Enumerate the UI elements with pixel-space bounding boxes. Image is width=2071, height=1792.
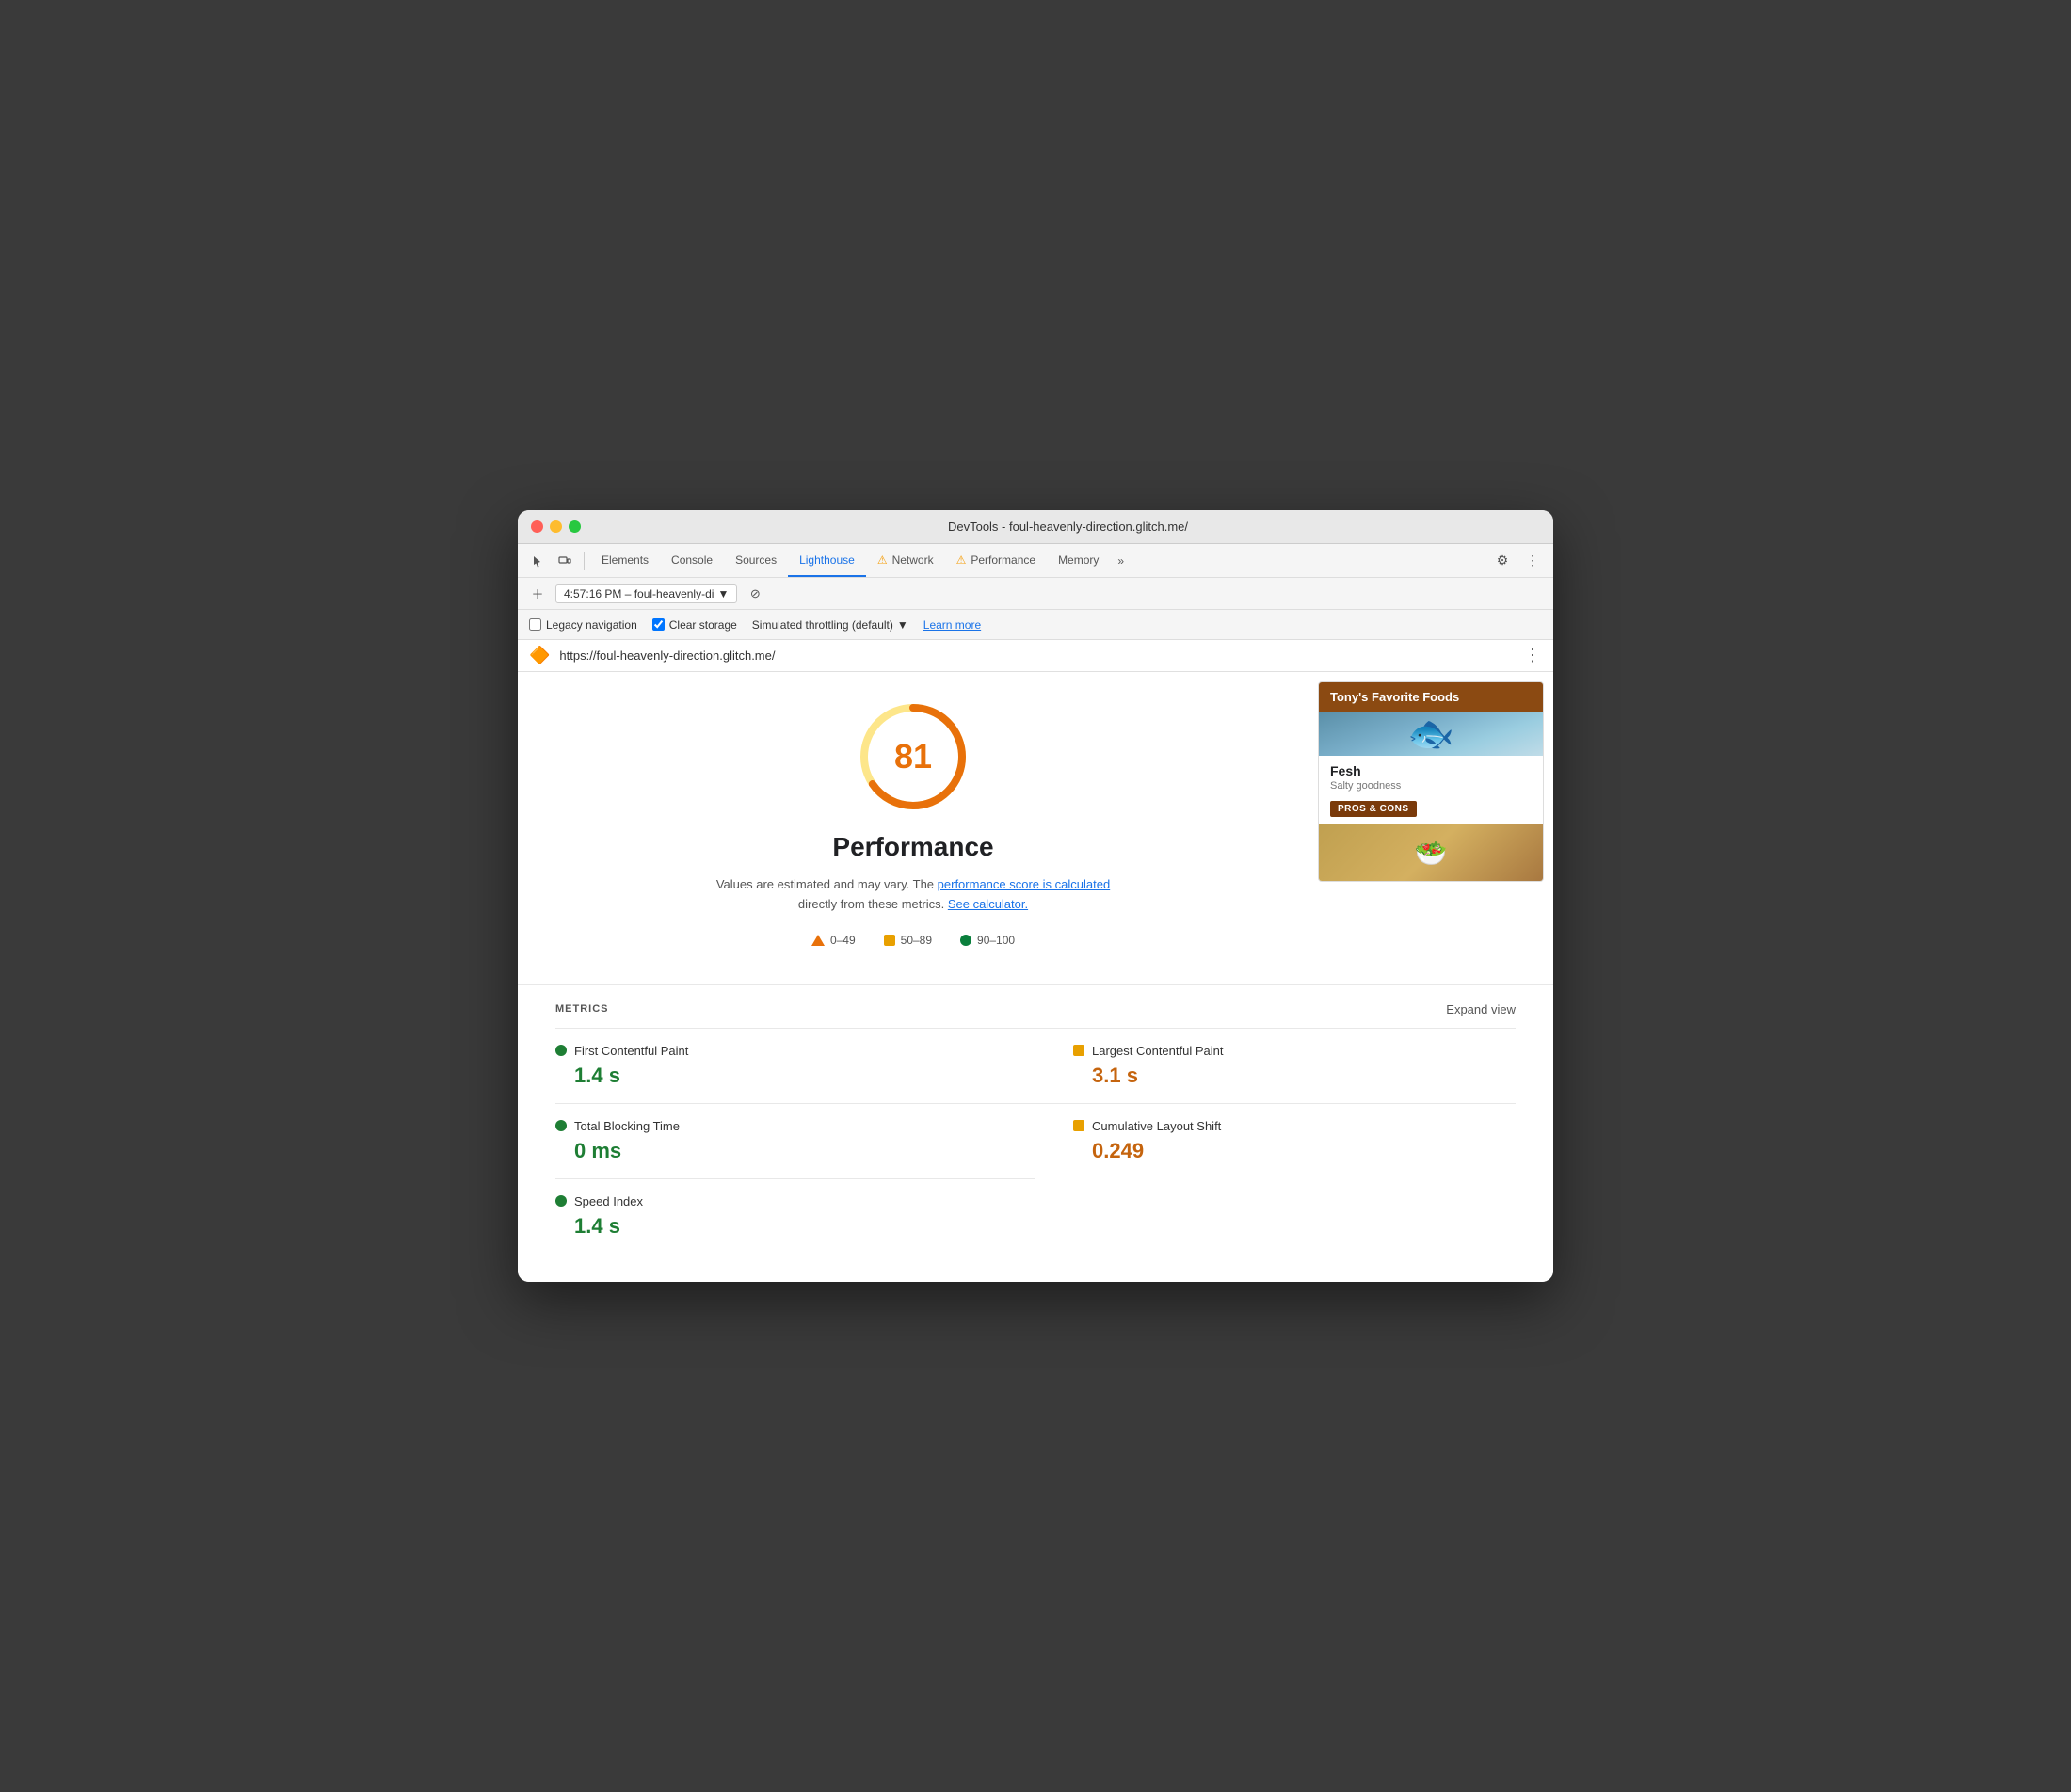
tbt-label: Total Blocking Time	[574, 1119, 680, 1133]
toolbar: ＋ 4:57:16 PM – foul-heavenly-di ▼ ⊘	[518, 578, 1553, 610]
performance-description: Values are estimated and may vary. The p…	[706, 875, 1120, 915]
si-label: Speed Index	[574, 1194, 643, 1208]
metrics-header: METRICS Expand view	[555, 985, 1516, 1028]
si-status-icon	[555, 1195, 567, 1207]
metrics-grid: First Contentful Paint 1.4 s Largest Con…	[555, 1028, 1516, 1254]
metric-fcp-header: First Contentful Paint	[555, 1044, 997, 1058]
tab-elements[interactable]: Elements	[590, 544, 660, 577]
fish-image: 🐟	[1319, 712, 1543, 756]
performance-title: Performance	[555, 832, 1271, 862]
performance-warning-icon: ⚠	[956, 553, 967, 567]
tab-performance[interactable]: ⚠ Performance	[945, 544, 1047, 577]
metrics-title: METRICS	[555, 1003, 609, 1015]
device-toggle-icon[interactable]	[552, 548, 578, 574]
metric-si-header: Speed Index	[555, 1194, 997, 1208]
url-bar: 🔶 https://foul-heavenly-direction.glitch…	[518, 640, 1553, 672]
add-button[interactable]: ＋	[527, 584, 548, 604]
more-options-icon[interactable]: ⋮	[1519, 548, 1546, 574]
tab-console[interactable]: Console	[660, 544, 724, 577]
cls-label: Cumulative Layout Shift	[1092, 1119, 1221, 1133]
lcp-label: Largest Contentful Paint	[1092, 1044, 1223, 1058]
food-card: Tony's Favorite Foods 🐟 Fesh Salty goodn…	[1318, 681, 1544, 882]
learn-more-link[interactable]: Learn more	[923, 618, 981, 632]
metrics-section: METRICS Expand view First Contentful Pai…	[518, 984, 1553, 1282]
lcp-value: 3.1 s	[1073, 1064, 1516, 1088]
tab-separator-1	[584, 552, 585, 570]
legend-label-90-100: 90–100	[977, 934, 1015, 947]
fcp-value: 1.4 s	[555, 1064, 997, 1088]
food-card-body: Fesh Salty goodness PROS & CONS	[1319, 756, 1543, 824]
network-warning-icon: ⚠	[877, 553, 888, 567]
legacy-nav-checkbox[interactable]	[529, 618, 541, 631]
metric-cls-header: Cumulative Layout Shift	[1073, 1119, 1516, 1133]
traffic-lights	[531, 520, 581, 533]
settings-icon[interactable]: ⚙	[1489, 548, 1516, 574]
main-content: 81 Performance Values are estimated and …	[518, 672, 1553, 984]
reload-button[interactable]: ⊘	[745, 584, 765, 604]
food-card-image-2: 🥗	[1319, 824, 1543, 881]
clear-storage-checkbox[interactable]	[652, 618, 665, 631]
legend-label-0-49: 0–49	[830, 934, 856, 947]
metric-cls: Cumulative Layout Shift 0.249	[1036, 1103, 1516, 1178]
cls-value: 0.249	[1073, 1139, 1516, 1163]
tab-memory[interactable]: Memory	[1047, 544, 1110, 577]
tbt-value: 0 ms	[555, 1139, 997, 1163]
metric-lcp-header: Largest Contentful Paint	[1073, 1044, 1516, 1058]
tab-network[interactable]: ⚠ Network	[866, 544, 945, 577]
fcp-label: First Contentful Paint	[574, 1044, 688, 1058]
square-icon	[884, 935, 895, 946]
metric-tbt-header: Total Blocking Time	[555, 1119, 997, 1133]
score-circle-container: 81	[555, 700, 1271, 813]
url-more-button[interactable]: ⋮	[1524, 646, 1542, 665]
tab-sources[interactable]: Sources	[724, 544, 788, 577]
fcp-status-icon	[555, 1045, 567, 1056]
food-name: Fesh	[1330, 763, 1532, 778]
lcp-status-icon	[1073, 1045, 1084, 1056]
devtools-window: DevTools - foul-heavenly-direction.glitc…	[518, 510, 1553, 1282]
metric-fcp: First Contentful Paint 1.4 s	[555, 1028, 1036, 1103]
minimize-button[interactable]	[550, 520, 562, 533]
circle-icon	[960, 935, 971, 946]
pros-cons-button[interactable]: PROS & CONS	[1330, 801, 1417, 817]
food-desc: Salty goodness	[1330, 780, 1532, 792]
score-value: 81	[894, 737, 932, 776]
legend-label-50-89: 50–89	[901, 934, 932, 947]
calculator-link[interactable]: See calculator.	[948, 897, 1028, 911]
legend-item-red: 0–49	[811, 934, 856, 947]
cursor-icon[interactable]	[525, 548, 552, 574]
desc-middle: directly from these metrics.	[798, 897, 948, 911]
metric-si: Speed Index 1.4 s	[555, 1178, 1036, 1254]
food-card-header: Tony's Favorite Foods	[1319, 682, 1543, 712]
tbt-status-icon	[555, 1120, 567, 1131]
site-warning-icon: 🔶	[529, 646, 550, 665]
right-panel: Tony's Favorite Foods 🐟 Fesh Salty goodn…	[1308, 672, 1553, 984]
legend-item-orange: 50–89	[884, 934, 932, 947]
tab-more-button[interactable]: »	[1110, 549, 1132, 573]
url-text: https://foul-heavenly-direction.glitch.m…	[559, 648, 1515, 663]
maximize-button[interactable]	[569, 520, 581, 533]
close-button[interactable]	[531, 520, 543, 533]
triangle-icon	[811, 935, 825, 946]
clear-storage-label[interactable]: Clear storage	[652, 618, 737, 632]
score-legend: 0–49 50–89 90–100	[555, 934, 1271, 947]
performance-score-link[interactable]: performance score is calculated	[938, 877, 1111, 891]
throttle-label: Simulated throttling (default) ▼	[752, 618, 908, 632]
devtools-tab-bar: Elements Console Sources Lighthouse ⚠ Ne…	[518, 544, 1553, 578]
left-panel: 81 Performance Values are estimated and …	[518, 672, 1308, 984]
titlebar: DevTools - foul-heavenly-direction.glitc…	[518, 510, 1553, 544]
score-circle: 81	[857, 700, 970, 813]
legend-item-green: 90–100	[960, 934, 1015, 947]
cls-status-icon	[1073, 1120, 1084, 1131]
tab-lighthouse[interactable]: Lighthouse	[788, 544, 866, 577]
metric-tbt: Total Blocking Time 0 ms	[555, 1103, 1036, 1178]
metric-lcp: Largest Contentful Paint 3.1 s	[1036, 1028, 1516, 1103]
window-title: DevTools - foul-heavenly-direction.glitc…	[596, 520, 1540, 534]
tab-right-controls: ⚙ ⋮	[1489, 548, 1546, 574]
si-value: 1.4 s	[555, 1214, 997, 1239]
options-row: Legacy navigation Clear storage Simulate…	[518, 610, 1553, 640]
expand-view-button[interactable]: Expand view	[1446, 1002, 1516, 1016]
session-selector[interactable]: 4:57:16 PM – foul-heavenly-di ▼	[555, 584, 737, 603]
legacy-nav-label[interactable]: Legacy navigation	[529, 618, 637, 632]
desc-text: Values are estimated and may vary. The	[716, 877, 938, 891]
